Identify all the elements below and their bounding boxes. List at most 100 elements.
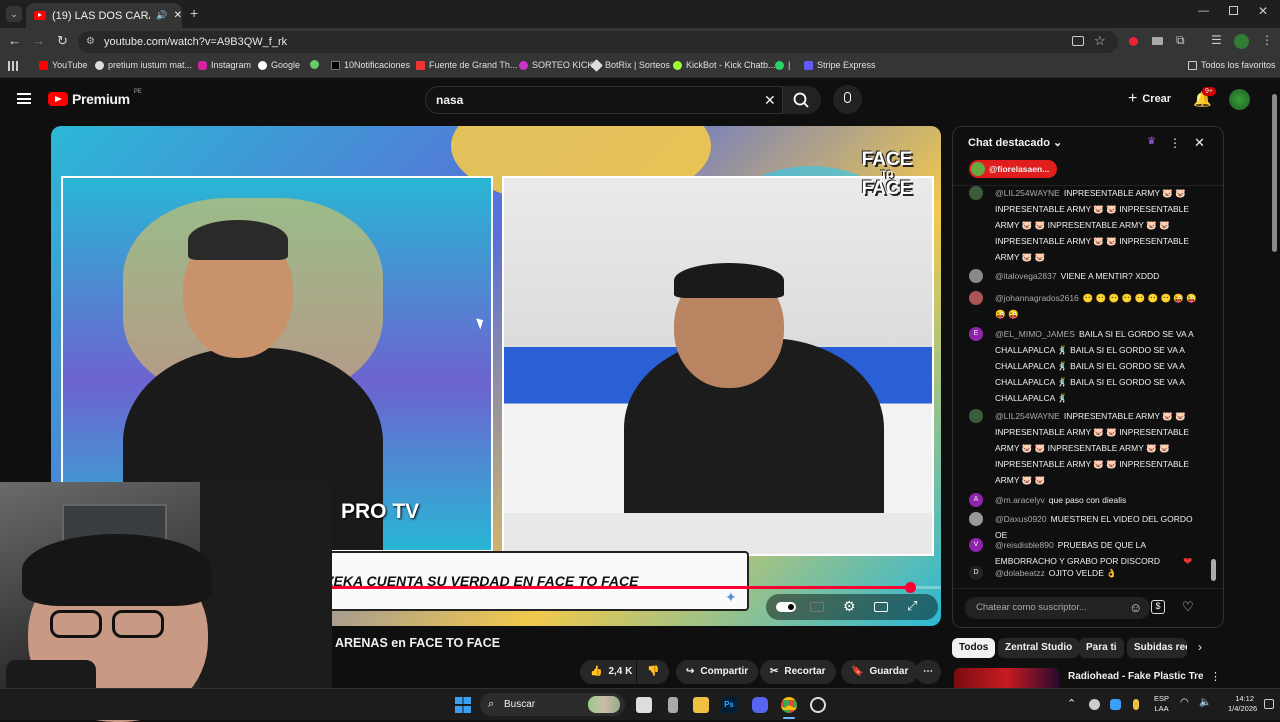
chat-username[interactable]: @Daxus0920 — [995, 514, 1047, 524]
chrome-icon[interactable] — [781, 697, 797, 713]
cast-icon[interactable] — [1072, 36, 1084, 46]
chat-more-icon[interactable]: ⋮ — [1169, 136, 1181, 150]
app-icon-2[interactable] — [810, 697, 826, 713]
extensions-puzzle-icon[interactable]: ⧉ — [1176, 33, 1185, 48]
youtube-premium-logo[interactable]: Premium PE — [48, 89, 142, 107]
chat-avatar[interactable]: D — [969, 566, 983, 580]
chat-username[interactable]: @EL_MIMO_JAMES — [995, 329, 1075, 339]
search-button[interactable] — [783, 86, 821, 114]
close-tab-icon[interactable]: ✕ — [174, 10, 182, 21]
settings-gear-icon[interactable]: ⚙ — [843, 598, 856, 615]
crown-icon[interactable]: ♛ — [1147, 136, 1156, 147]
forward-icon[interactable]: → — [32, 33, 45, 48]
search-input[interactable]: nasa ✕ — [425, 86, 783, 114]
windows-start-icon[interactable] — [455, 697, 471, 713]
address-field[interactable]: ⚙ youtube.com/watch?v=A9B3QW_f_rk — [78, 31, 1118, 53]
chat-username[interactable]: @LIL254WAYNE — [995, 188, 1060, 198]
subtitles-icon[interactable] — [810, 602, 824, 612]
bookmark-item[interactable]: Google — [258, 60, 300, 70]
back-icon[interactable]: ← — [8, 33, 21, 48]
bookmark-item[interactable]: | — [775, 60, 790, 70]
volume-icon[interactable]: 🔈 — [1199, 697, 1211, 708]
bookmark-item[interactable]: Stripe Express — [804, 60, 876, 70]
bookmark-item[interactable]: pretium iustum mat... — [95, 60, 192, 70]
bookmark-item[interactable]: KickBot - Kick Chatb... — [673, 60, 776, 70]
clear-search-icon[interactable]: ✕ — [764, 87, 776, 113]
file-explorer-icon[interactable] — [693, 697, 709, 713]
app-icon[interactable] — [668, 697, 678, 713]
clock[interactable]: 14:12 1/4/2026 — [1228, 694, 1257, 714]
chat-username[interactable]: @reisdisble890 — [995, 540, 1054, 550]
save-button[interactable]: 🔖 Guardar — [841, 660, 919, 684]
avatar[interactable] — [1229, 89, 1250, 110]
recommended-thumbnail[interactable] — [954, 668, 1059, 688]
bookmark-item[interactable]: Instagram — [198, 60, 251, 70]
all-favorites[interactable]: Todos los favoritos — [1188, 60, 1276, 70]
more-actions-button[interactable]: ⋯ — [915, 660, 941, 684]
chat-avatar[interactable] — [969, 186, 983, 200]
chat-username[interactable]: @johannagrados2616 — [995, 293, 1079, 303]
bookmark-item[interactable]: YouTube — [39, 60, 87, 70]
emoji-icon[interactable]: ☺ — [1129, 597, 1142, 619]
site-info-icon[interactable]: ⚙ — [86, 31, 95, 53]
chat-username[interactable]: @dolabeatzz — [995, 568, 1045, 578]
notifications-button[interactable]: 🔔 9+ — [1193, 87, 1216, 109]
chat-mode-selector[interactable]: Chat destacado ⌄ — [968, 136, 1062, 149]
browser-tab[interactable]: (19) LAS DOS CARAS DE LA 🔊 ✕ — [26, 3, 182, 28]
chat-avatar[interactable]: E — [969, 327, 983, 341]
tray-mic-icon[interactable] — [1133, 699, 1139, 710]
voice-search-button[interactable] — [833, 85, 862, 114]
audio-icon[interactable]: 🔊 — [156, 10, 167, 21]
new-tab-button[interactable]: + — [190, 5, 198, 21]
progress-scrubber[interactable] — [904, 582, 916, 593]
chip-zentral-studio[interactable]: Zentral Studio — [998, 638, 1080, 658]
heart-icon[interactable]: ♡ — [1182, 599, 1194, 615]
bookmark-item[interactable]: 10Notificaciones — [331, 60, 410, 70]
close-window-icon[interactable]: ✕ — [1258, 4, 1268, 18]
page-scrollbar[interactable] — [1272, 94, 1277, 252]
chip-recent-uploads[interactable]: Subidas rec — [1127, 638, 1187, 658]
chat-username[interactable]: @LIL254WAYNE — [995, 411, 1060, 421]
bookmark-item[interactable]: SORTEO KICK — [519, 60, 593, 70]
like-button[interactable]: 👍 2,4 K — [580, 660, 636, 684]
tray-chevron-icon[interactable]: ⌃ — [1067, 697, 1076, 710]
bookmark-item[interactable] — [310, 60, 319, 69]
dislike-button[interactable]: 👎 — [637, 660, 669, 684]
share-button[interactable]: ↪ Compartir — [676, 660, 759, 684]
chip-for-you[interactable]: Para ti — [1079, 638, 1124, 658]
miniplayer-icon[interactable] — [874, 602, 888, 612]
reload-icon[interactable]: ↻ — [57, 33, 68, 49]
super-chat-icon[interactable]: $ — [1151, 600, 1165, 614]
chat-avatar[interactable]: A — [969, 493, 983, 507]
taskbar-search[interactable]: ⌕ Buscar — [480, 693, 625, 716]
extension-icon[interactable] — [1152, 37, 1163, 45]
recommended-more-icon[interactable]: ⋮ — [1210, 670, 1221, 683]
reading-list-icon[interactable]: ☰ — [1211, 33, 1222, 47]
tab-search-icon[interactable]: ⌄ — [6, 6, 22, 22]
wifi-icon[interactable]: ◠ — [1180, 697, 1189, 708]
language-indicator[interactable]: ESP LAA — [1154, 694, 1169, 714]
clip-button[interactable]: ✂ Recortar — [760, 660, 836, 684]
chat-username[interactable]: @m.aracelyv — [995, 495, 1045, 505]
chat-avatar[interactable]: V — [969, 538, 983, 552]
bookmark-item[interactable]: Fuente de Grand Th... — [416, 60, 517, 70]
chat-avatar[interactable] — [969, 291, 983, 305]
chat-avatar[interactable] — [969, 269, 983, 283]
task-view-icon[interactable] — [636, 697, 652, 713]
photoshop-icon[interactable]: Ps — [721, 697, 737, 713]
browser-menu-icon[interactable]: ⋮ — [1261, 33, 1273, 47]
tray-icon[interactable] — [1110, 699, 1121, 710]
autoplay-toggle[interactable] — [776, 602, 796, 612]
discord-icon[interactable] — [752, 697, 768, 713]
create-button[interactable]: + Crear — [1128, 90, 1171, 108]
recommended-title[interactable]: Radiohead - Fake Plastic Trees - — [1068, 671, 1203, 682]
chat-avatar[interactable] — [969, 409, 983, 423]
pinned-user-chip[interactable]: @fiorelasaen... — [969, 160, 1058, 178]
bookmark-star-icon[interactable]: ☆ — [1094, 33, 1106, 49]
chat-scrollbar[interactable] — [1211, 559, 1216, 581]
bookmark-item[interactable]: BotRix | Sorteos — [590, 58, 670, 72]
chat-input[interactable]: Chatear como suscriptor... ☺ — [965, 597, 1150, 619]
apps-grid-icon[interactable] — [8, 61, 18, 71]
hamburger-menu-icon[interactable] — [17, 93, 31, 104]
fullscreen-icon[interactable]: ⤢ — [907, 598, 917, 614]
